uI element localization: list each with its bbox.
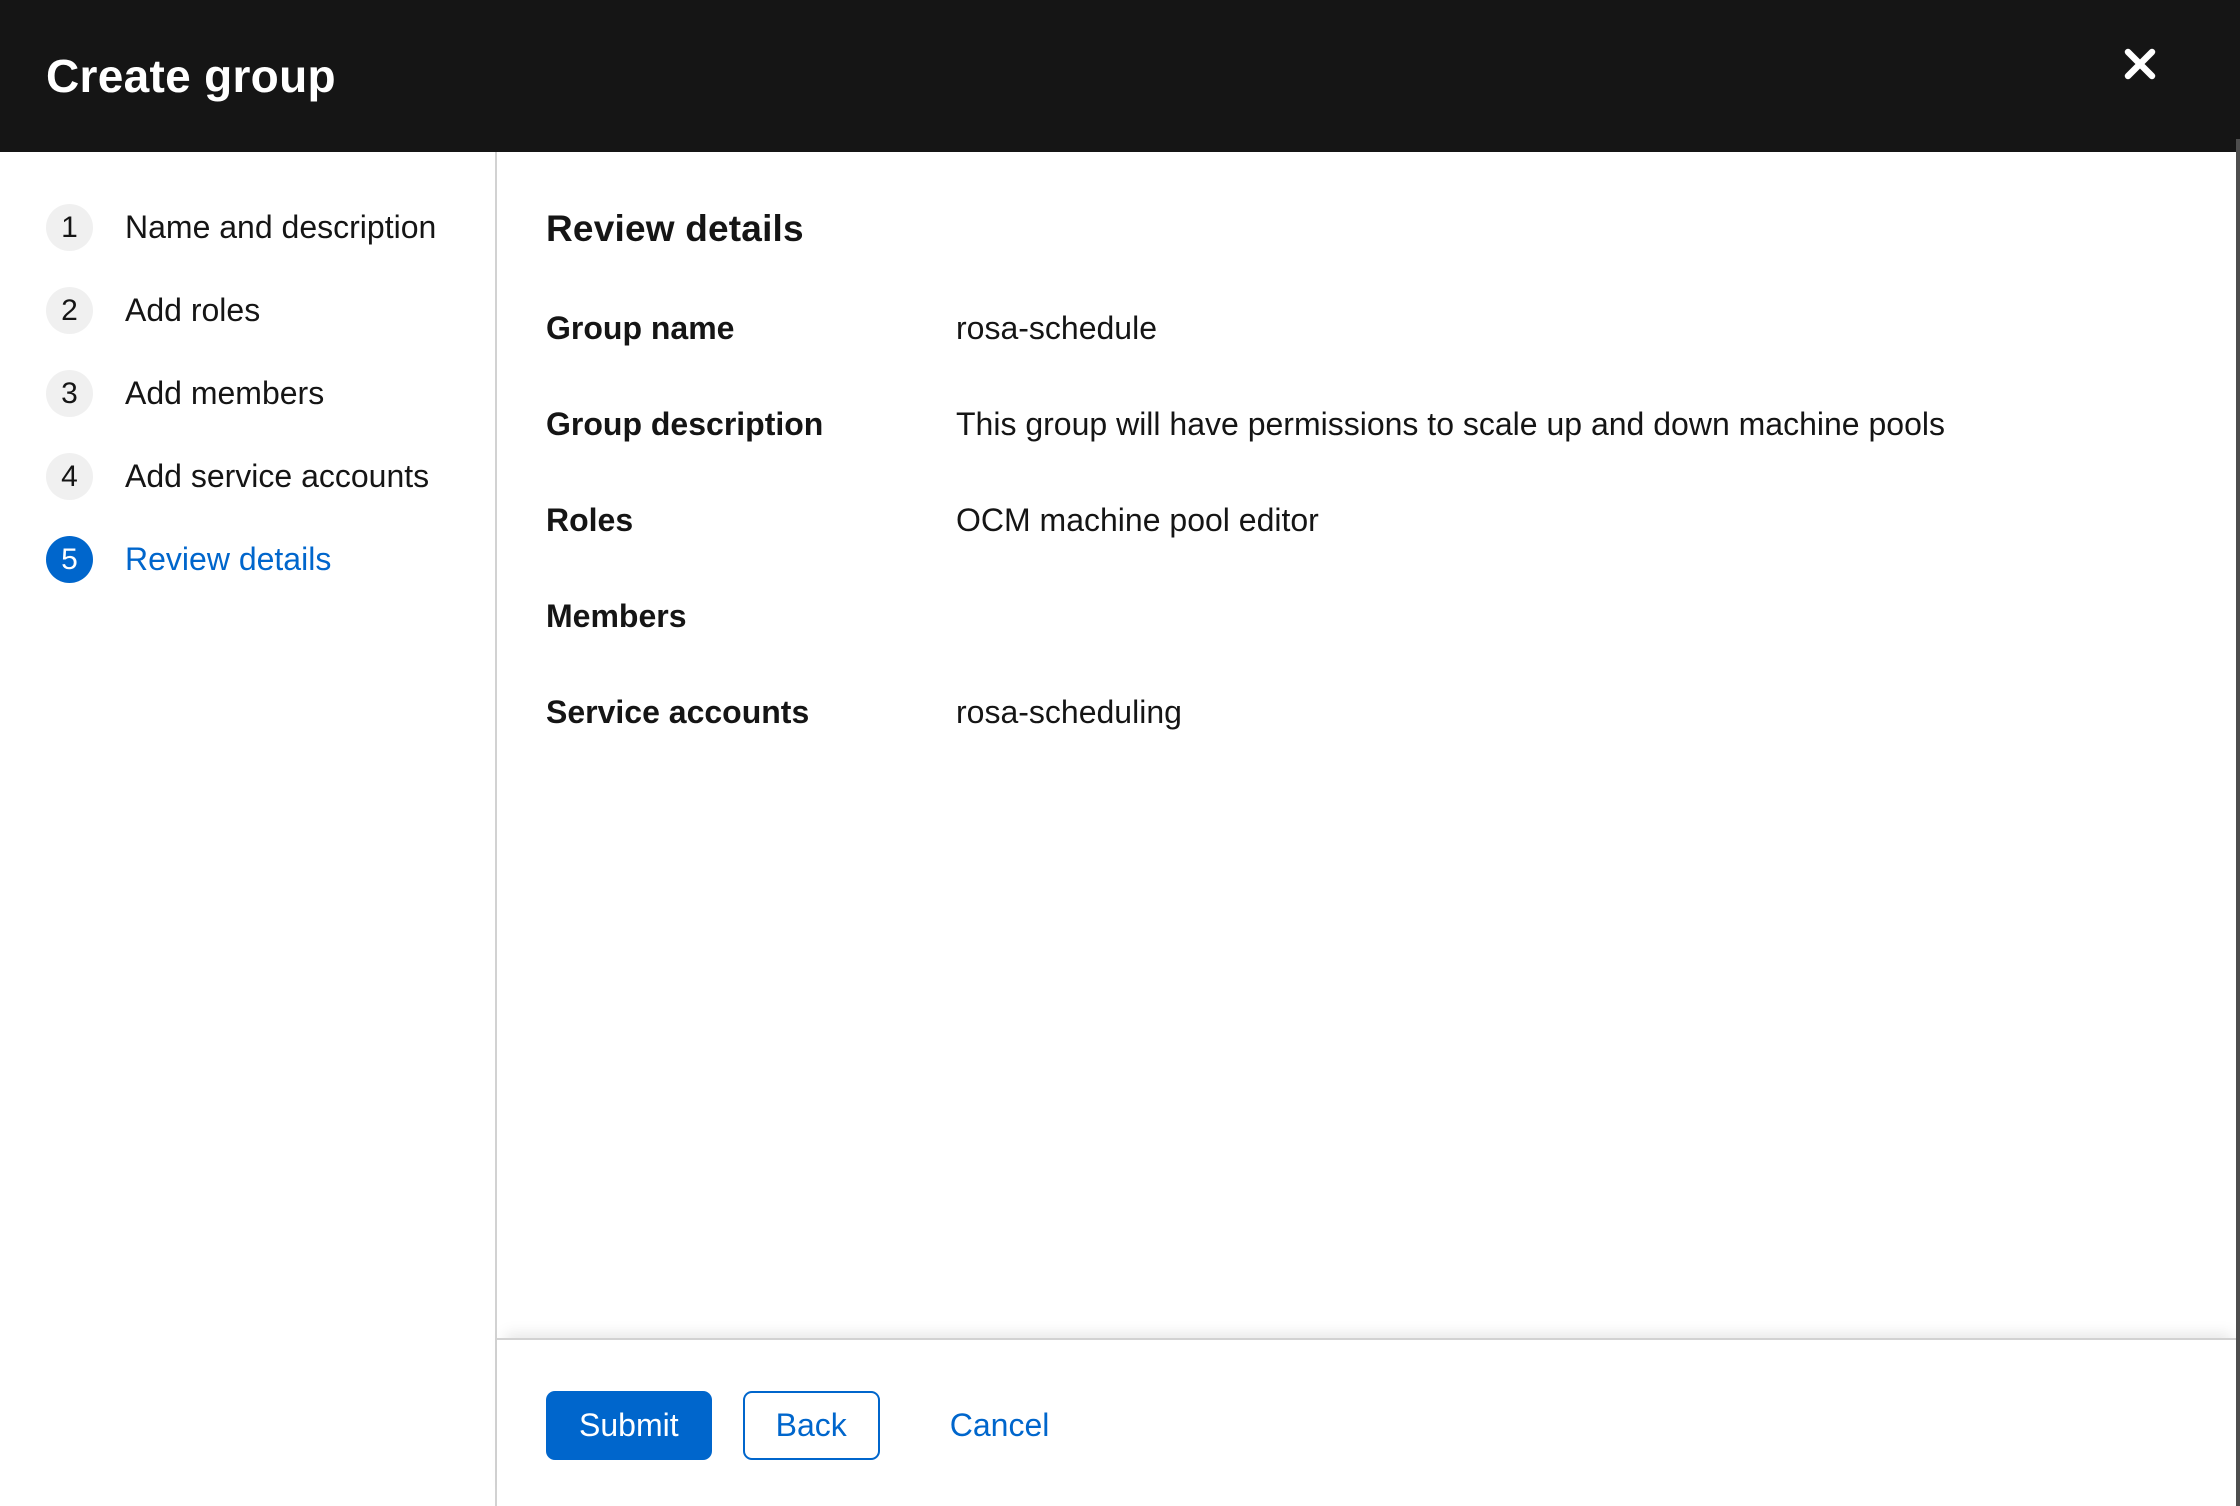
wizard-step-review-details[interactable]: 5 Review details (46, 536, 495, 583)
field-label-roles: Roles (546, 502, 634, 538)
step-number-badge: 2 (46, 287, 93, 334)
field-value-service-accounts: rosa-scheduling (956, 694, 1182, 730)
field-label-members: Members (546, 598, 687, 634)
times-icon (2123, 47, 2157, 81)
step-number-badge: 4 (46, 453, 93, 500)
step-label: Add roles (125, 292, 261, 328)
wizard-footer: Submit Back Cancel (497, 1338, 2240, 1506)
wizard-step-name-and-description[interactable]: 1 Name and description (46, 204, 495, 251)
field-label-service-accounts: Service accounts (546, 694, 810, 730)
modal-title: Create group (46, 50, 336, 102)
field-label-group-description: Group description (546, 406, 824, 442)
step-number-badge: 1 (46, 204, 93, 251)
wizard-step-add-roles[interactable]: 2 Add roles (46, 287, 495, 334)
field-value-group-description: This group will have permissions to scal… (956, 406, 1945, 442)
review-details-panel: Review details Group name rosa-schedule … (497, 152, 2240, 1338)
page-title: Review details (546, 208, 804, 249)
create-group-modal: Create group 1 Name and description 2 Ad… (0, 0, 2240, 1506)
step-label: Add service accounts (125, 458, 430, 494)
cancel-button[interactable]: Cancel (950, 1391, 1050, 1460)
wizard-step-add-members[interactable]: 3 Add members (46, 370, 495, 417)
wizard-step-add-service-accounts[interactable]: 4 Add service accounts (46, 453, 495, 500)
submit-button[interactable]: Submit (546, 1391, 712, 1460)
field-label-group-name: Group name (546, 310, 735, 346)
field-value-members (956, 595, 2180, 637)
window-scrollbar[interactable] (2236, 139, 2240, 1506)
review-summary-list: Group name rosa-schedule Group descripti… (546, 307, 2180, 733)
field-value-roles: OCM machine pool editor (956, 502, 1319, 538)
close-button[interactable] (2114, 38, 2166, 90)
modal-body: 1 Name and description 2 Add roles 3 Add… (0, 152, 2240, 1506)
step-number-badge: 3 (46, 370, 93, 417)
wizard-nav: 1 Name and description 2 Add roles 3 Add… (0, 152, 497, 1506)
wizard-main: Review details Group name rosa-schedule … (497, 152, 2240, 1506)
modal-header: Create group (0, 0, 2240, 152)
back-button[interactable]: Back (742, 1391, 880, 1460)
field-value-group-name: rosa-schedule (956, 310, 1157, 346)
step-label: Add members (125, 375, 325, 411)
step-number-badge: 5 (46, 536, 93, 583)
step-label: Name and description (125, 209, 437, 245)
step-label: Review details (125, 541, 332, 577)
